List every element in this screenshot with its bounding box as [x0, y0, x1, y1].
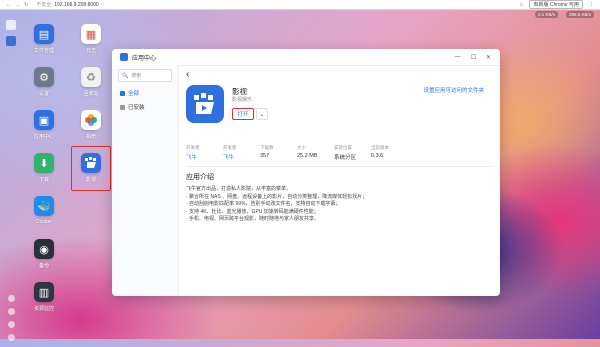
stat-developer: 开发者 飞牛 [186, 145, 200, 161]
apps-grid-icon[interactable] [6, 36, 16, 46]
backup-icon: ◉ [34, 239, 54, 259]
divider [186, 166, 492, 167]
intro-line: · 手机、电视、网页跨平台观影，随时随地与家人朋友共享。 [186, 216, 320, 222]
desktop-file-manager[interactable]: ▤ 文件管理 [29, 24, 59, 54]
desktop-resource-monitor[interactable]: ▥ 资源监控 [29, 282, 59, 312]
sidebar-item-installed[interactable]: 已安装 [112, 100, 178, 114]
intro-line: 飞牛官方出品，打造私人影院，从丰富的菜单。 [186, 186, 292, 192]
system-status-bar: 0.1 KB/s 298.5 KB/s [534, 11, 594, 18]
forward-arrow-icon[interactable]: → [15, 2, 20, 8]
stat-downloads: 下载数 357 [260, 145, 274, 159]
more-options-button[interactable]: ⌄ [256, 108, 268, 120]
desktop-recycle-bin[interactable]: ♻ 回收站 [76, 67, 106, 97]
reload-icon[interactable]: ↻ [24, 2, 28, 8]
network-speed-up: 0.1 KB/s [534, 11, 558, 18]
browser-nav: ← → ↻ [0, 2, 28, 8]
search-input[interactable]: 🔍 搜索 [118, 69, 172, 82]
installed-icon [120, 104, 125, 110]
stat-developer-2: 开发者 飞牛 [223, 145, 237, 161]
browser-toolbar: ← → ↻ 不安全 192.168.9.208:8000 ☆ 有新版 Chrom… [0, 0, 600, 10]
video-app-logo-icon [186, 85, 224, 123]
app-center-window: 应用中心 — ☐ ✕ 🔍 搜索 全部 已安装 ‹ 影视 影视娱乐 打开 ⌄ 设置… [112, 49, 500, 296]
app-detail-panel: ‹ 影视 影视娱乐 打开 ⌄ 设置应用可访问的文件夹 开发者 飞牛 开发者 飞牛 [178, 65, 500, 296]
star-icon[interactable]: ☆ [519, 2, 523, 8]
desktop-icon[interactable] [6, 20, 16, 30]
back-button[interactable]: ‹ [186, 69, 189, 80]
sidebar-item-all[interactable]: 全部 [112, 86, 178, 100]
window-titlebar[interactable]: 应用中心 — ☐ ✕ [112, 49, 500, 66]
desktop-download[interactable]: ⬇ 下载 [29, 153, 59, 183]
app-center-logo-icon [120, 53, 128, 61]
search-icon: 🔍 [122, 72, 129, 79]
close-icon[interactable]: ✕ [486, 54, 491, 61]
folder-icon: ▤ [34, 24, 54, 44]
chrome-update-badge[interactable]: 有新版 Chrome 可用 [529, 0, 583, 9]
stat-install-location: 安装位置 系统分区 [334, 145, 357, 161]
open-button[interactable]: 打开 [232, 108, 254, 120]
desktop-photos[interactable]: 相册 [76, 110, 106, 140]
desktop-log[interactable]: ▦ 日志 [76, 24, 106, 54]
folder-access-settings-link[interactable]: 设置应用可访问的文件夹 [423, 86, 484, 94]
intro-line: · 自动刮削电影匹配率 99%，告别手动改文件名，支持自动下载字幕； [186, 201, 341, 207]
user-icon[interactable] [7, 295, 15, 302]
app-subtitle: 影视娱乐 [232, 97, 253, 103]
notification-icon[interactable] [7, 308, 15, 315]
help-icon[interactable] [7, 321, 15, 328]
back-arrow-icon[interactable]: ← [6, 2, 11, 8]
intro-line: · 支持 4K、杜比、蓝光播放，GPU 加速转码能满硬件性能； [186, 208, 319, 215]
photos-icon [81, 110, 101, 130]
stat-version: 当前版本 0.3.6 [371, 145, 389, 159]
stat-size: 大小 25.2 MB [297, 145, 318, 159]
desktop-docker[interactable]: 🐳 Docker [29, 196, 59, 225]
app-center-sidebar: 🔍 搜索 全部 已安装 [112, 65, 179, 296]
selection-highlight [71, 146, 111, 191]
settings-icon: ⚙ [34, 67, 54, 87]
network-speed-down: 298.5 KB/s [565, 11, 594, 18]
intro-text: 飞牛官方出品，打造私人影院，从丰富的菜单。 · 聚合所在 NAS 、网盘、远程设… [186, 186, 466, 224]
intro-title: 应用介绍 [186, 174, 214, 181]
desktop-backup[interactable]: ◉ 备份 [29, 239, 59, 269]
menu-icon[interactable]: ⋮ [589, 2, 594, 8]
url-text: 192.168.9.208:8000 [54, 1, 99, 8]
download-icon: ⬇ [34, 153, 54, 173]
app-center-icon: ▣ [34, 110, 54, 130]
left-dock [0, 12, 22, 347]
not-secure-label: 不安全 [36, 2, 52, 8]
app-stats: 开发者 飞牛 开发者 飞牛 下载数 357 大小 25.2 MB 安装位置 系统… [186, 145, 408, 161]
address-bar[interactable]: 不安全 192.168.9.208:8000 [36, 1, 99, 9]
monitor-icon: ▥ [34, 282, 54, 302]
grid-icon [120, 90, 125, 96]
maximize-icon[interactable]: ☐ [471, 54, 476, 61]
window-title: 应用中心 [132, 55, 157, 62]
recycle-icon: ♻ [81, 67, 101, 87]
minimize-icon[interactable]: — [455, 54, 461, 61]
intro-line: · 聚合所在 NAS 、网盘、远程设备上的影片，自动分类整理，降流媒体轻松找片； [186, 193, 368, 200]
desktop-settings[interactable]: ⚙ 设置 [29, 67, 59, 97]
power-icon[interactable] [7, 334, 15, 341]
docker-icon: 🐳 [34, 196, 54, 216]
log-icon: ▦ [81, 24, 101, 44]
desktop-app-center[interactable]: ▣ 应用中心 [29, 110, 59, 140]
